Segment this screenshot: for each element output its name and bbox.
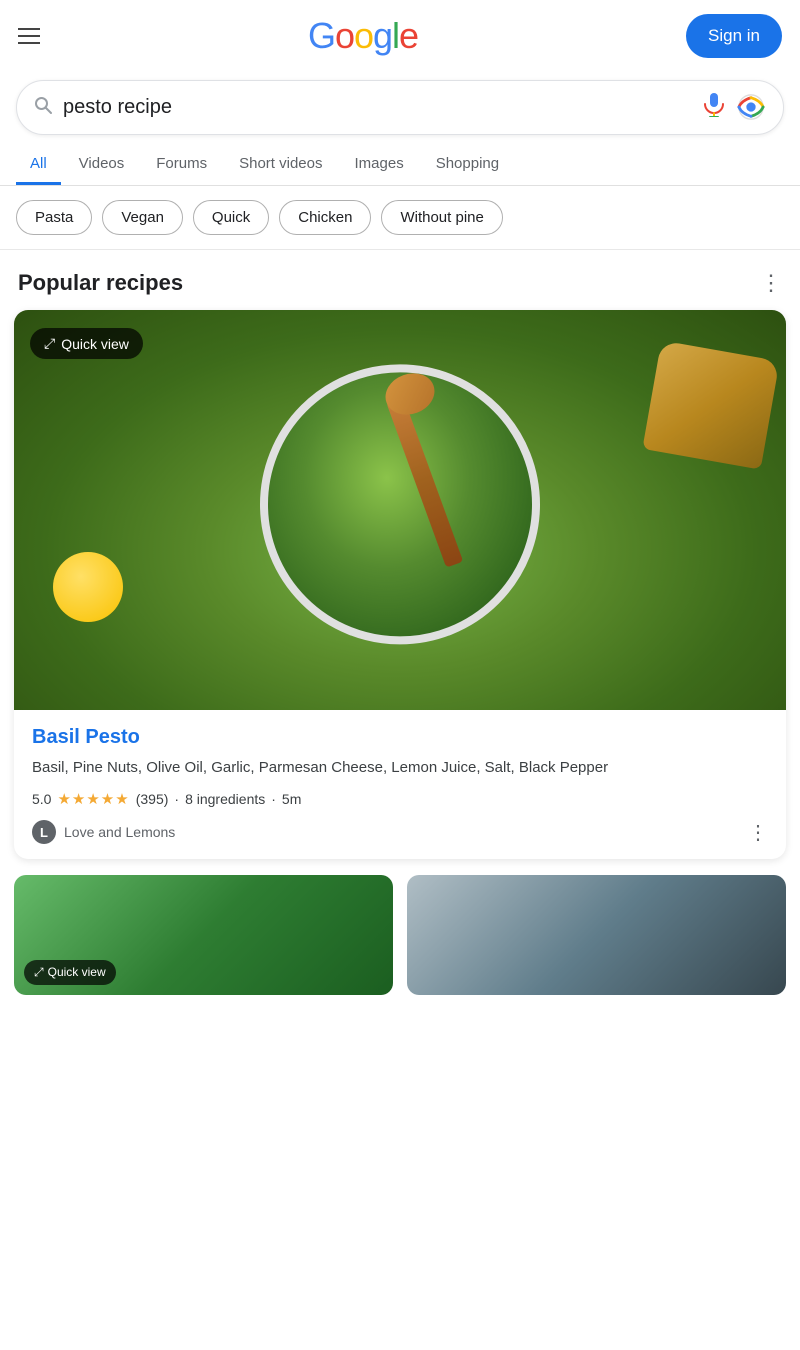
tab-short-videos[interactable]: Short videos (225, 145, 336, 185)
thumb-card-2 (407, 875, 786, 995)
recipe-image-wrap: ⤢ Quick view (14, 310, 786, 710)
search-tabs: All Videos Forums Short videos Images Sh… (0, 145, 800, 186)
tab-images[interactable]: Images (341, 145, 418, 185)
filter-without-pine[interactable]: Without pine (381, 200, 502, 235)
recipe-footer: L Love and Lemons ⋮ (32, 820, 768, 845)
source-avatar: L (32, 820, 56, 844)
search-icon (33, 95, 53, 121)
filter-quick[interactable]: Quick (193, 200, 269, 235)
recipe-stars: ★★★★★ (57, 790, 129, 808)
filter-chips: Pasta Vegan Quick Chicken Without pine (0, 186, 800, 250)
thumb-expand-icon-1: ⤢ (34, 965, 44, 980)
more-options-button[interactable]: ⋮ (760, 270, 782, 296)
tab-videos[interactable]: Videos (65, 145, 139, 185)
recipe-title[interactable]: Basil Pesto (32, 726, 768, 749)
dot-separator-2: · (271, 791, 276, 807)
source-name: Love and Lemons (64, 824, 175, 840)
thumb-quick-view-label-1: Quick view (48, 965, 106, 979)
thumb-card-1: ⤢ Quick view (14, 875, 393, 995)
menu-button[interactable] (18, 28, 40, 44)
thumb-quick-view-1[interactable]: ⤢ Quick view (24, 960, 116, 985)
tab-shopping[interactable]: Shopping (422, 145, 513, 185)
bread (642, 340, 779, 469)
recipe-image (14, 310, 786, 710)
quick-view-badge[interactable]: ⤢ Quick view (30, 328, 143, 359)
filter-pasta[interactable]: Pasta (16, 200, 92, 235)
dot-separator-1: · (174, 791, 179, 807)
search-bar (16, 80, 784, 135)
recipe-ingredients: Basil, Pine Nuts, Olive Oil, Garlic, Par… (32, 757, 768, 780)
tab-all[interactable]: All (16, 145, 61, 185)
card-more-options[interactable]: ⋮ (748, 820, 768, 845)
recipe-reviews: (395) (136, 791, 169, 807)
recipe-meta: 5.0 ★★★★★ (395) · 8 ingredients · 5m (32, 790, 768, 808)
filter-vegan[interactable]: Vegan (102, 200, 183, 235)
search-bar-container (0, 72, 800, 139)
recipe-time: 5m (282, 791, 301, 807)
quick-view-label: Quick view (61, 336, 129, 352)
popular-recipes-title: Popular recipes (18, 270, 183, 296)
search-input[interactable] (63, 96, 691, 119)
recipe-ingredient-count: 8 ingredients (185, 791, 265, 807)
lens-icon[interactable] (737, 93, 767, 123)
recipe-rating: 5.0 (32, 791, 51, 807)
tab-forums[interactable]: Forums (142, 145, 221, 185)
lemon (53, 552, 123, 622)
sign-in-button[interactable]: Sign in (686, 14, 782, 58)
recipe-info: Basil Pesto Basil, Pine Nuts, Olive Oil,… (14, 710, 786, 859)
header: Google Sign in (0, 0, 800, 72)
popular-recipes-header: Popular recipes ⋮ (0, 250, 800, 310)
source-info: L Love and Lemons (32, 820, 175, 844)
thumb-image-2 (407, 875, 786, 995)
expand-icon: ⤢ (44, 335, 55, 352)
google-logo: Google (308, 15, 418, 57)
recipe-card-basil-pesto: ⤢ Quick view Basil Pesto Basil, Pine Nut… (14, 310, 786, 859)
mic-icon[interactable] (701, 91, 727, 124)
bottom-thumbnail-row: ⤢ Quick view (0, 875, 800, 1009)
filter-chicken[interactable]: Chicken (279, 200, 371, 235)
